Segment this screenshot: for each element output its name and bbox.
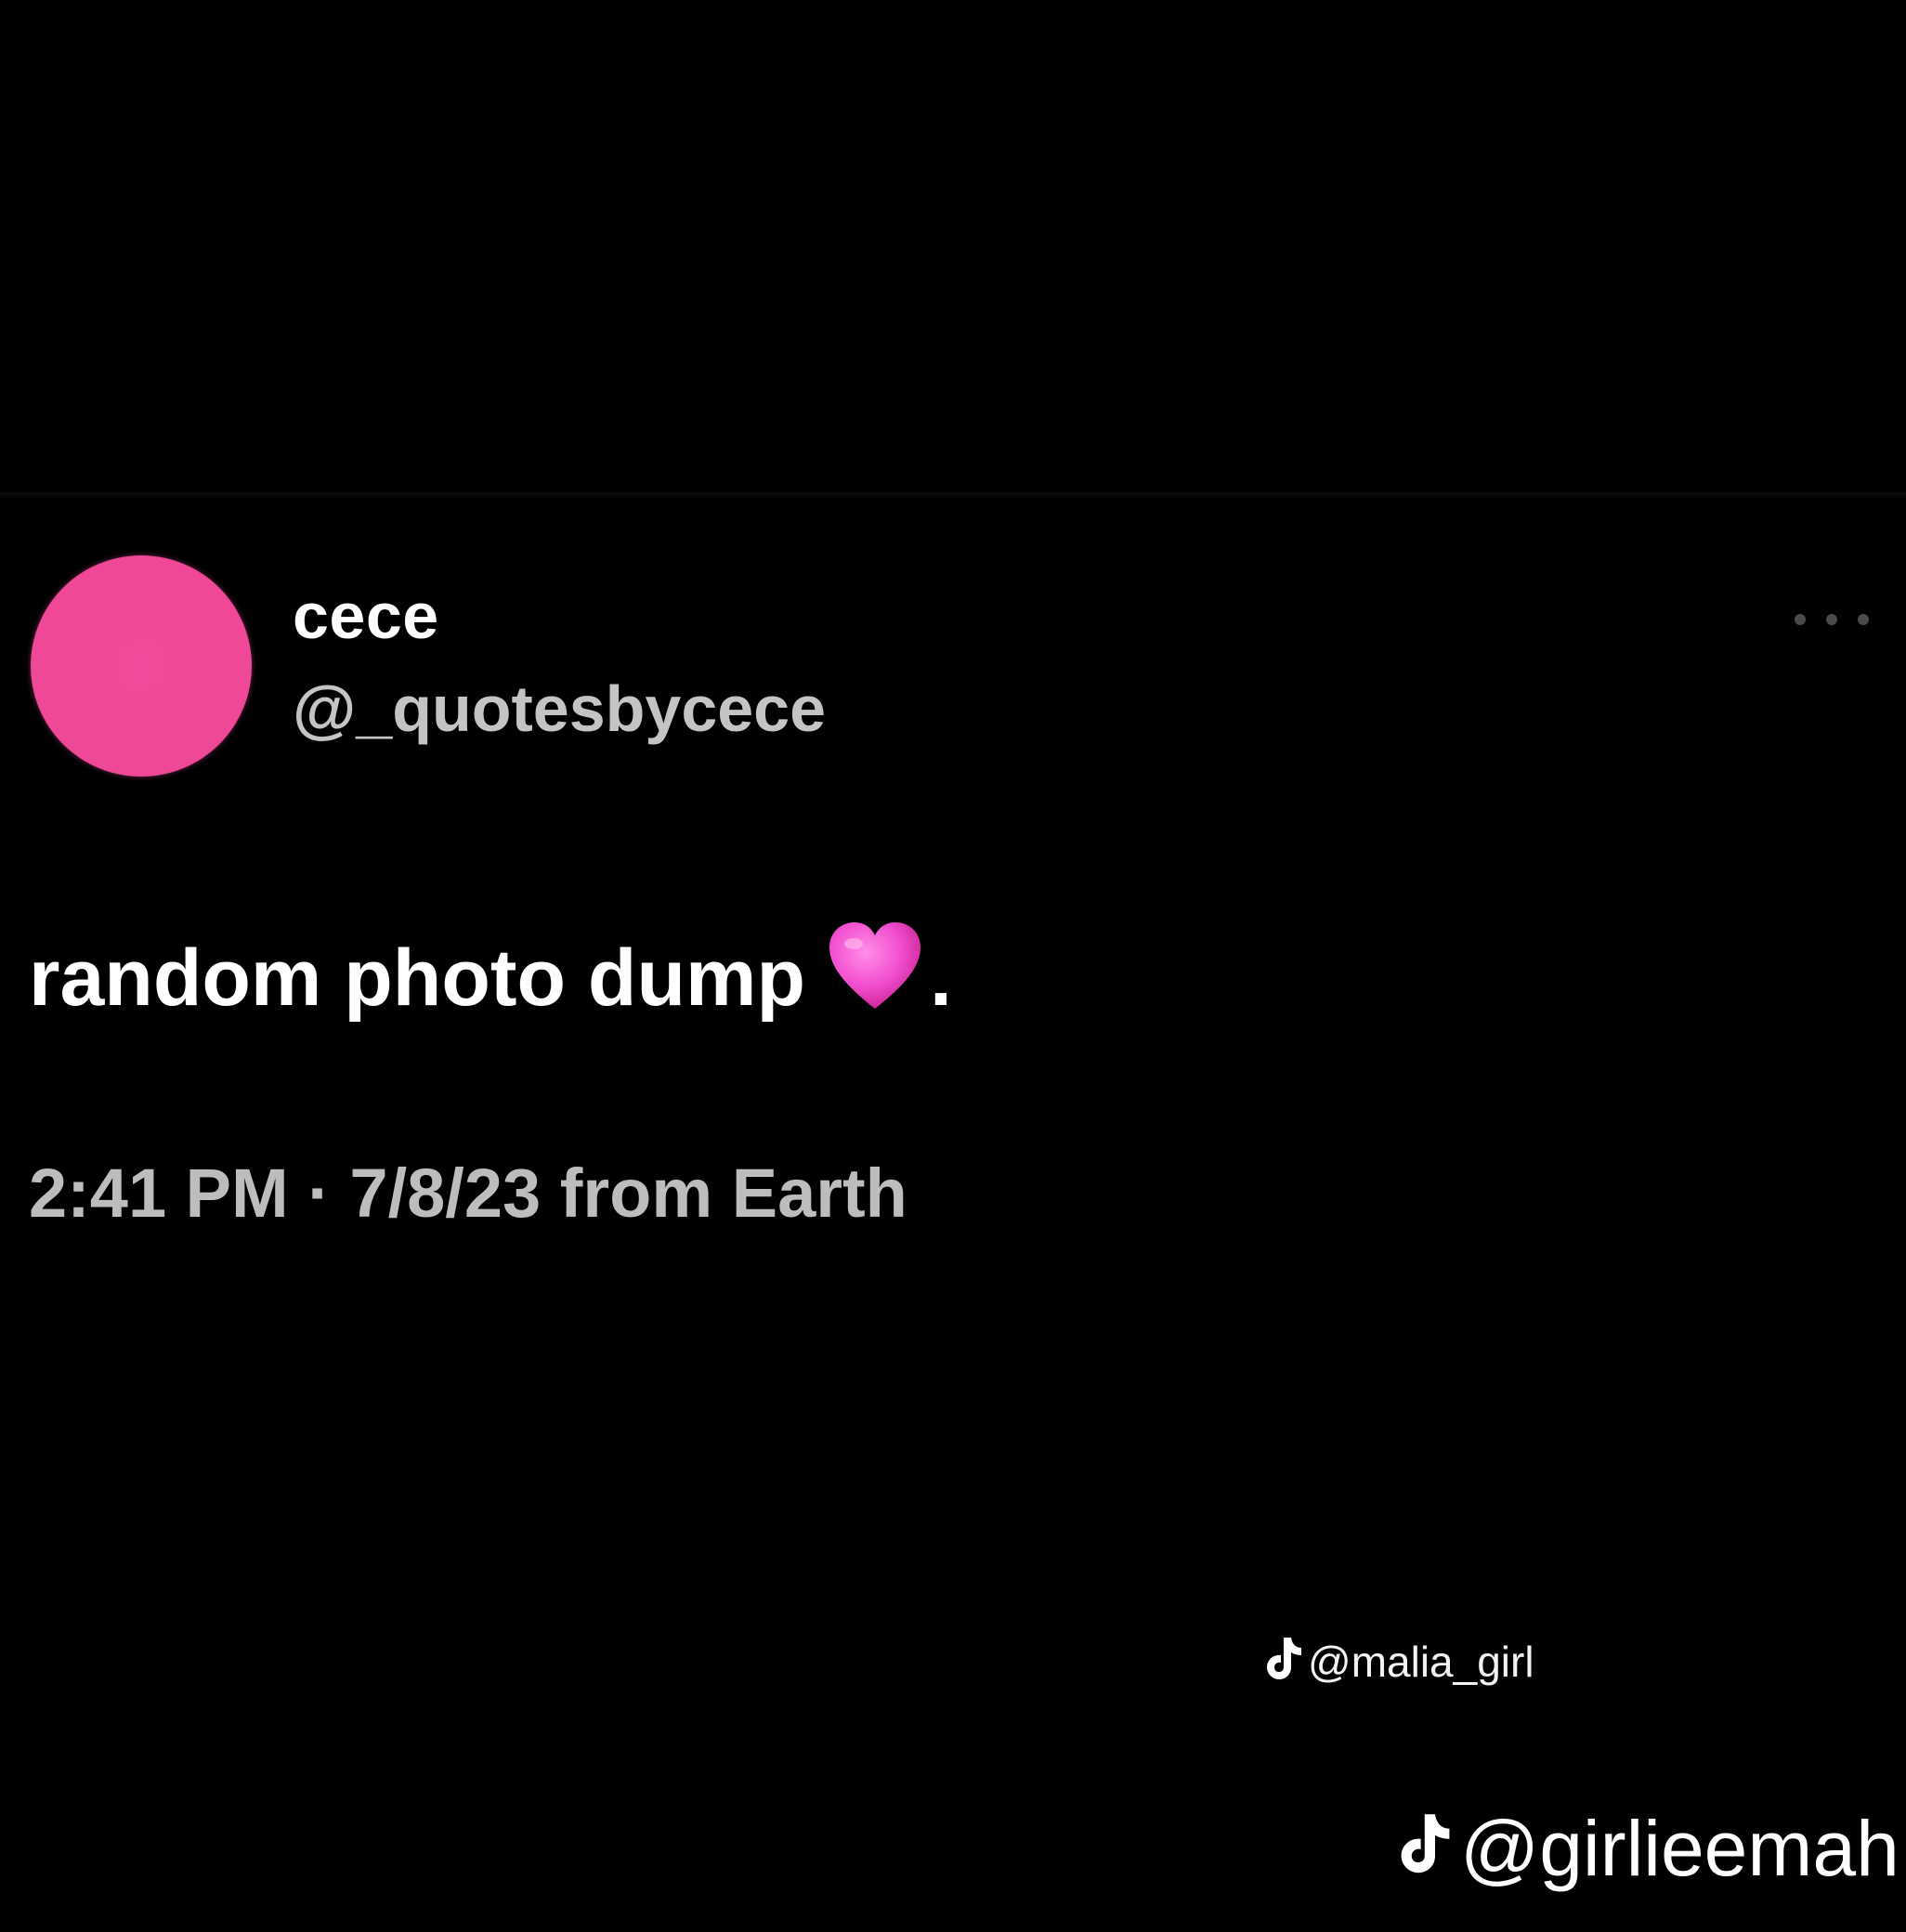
more-dot-icon — [1795, 614, 1806, 625]
post-text: random photo dump . — [29, 920, 952, 1025]
tiktok-icon — [1261, 1635, 1302, 1688]
post-text-body: random photo dump — [29, 933, 805, 1023]
header-divider — [0, 492, 1906, 498]
watermark-small: @malia_girl — [1261, 1635, 1534, 1688]
display-name[interactable]: cece — [293, 583, 439, 648]
watermark-small-handle: @malia_girl — [1308, 1637, 1534, 1686]
pink-heart-icon — [826, 920, 924, 1025]
user-handle[interactable]: @_quotesbycece — [293, 676, 826, 741]
post-timestamp[interactable]: 2:41 PM · 7/8/23 from Earth — [29, 1159, 907, 1228]
watermark-large: @girlieemah — [1393, 1809, 1899, 1887]
more-dot-icon — [1826, 614, 1837, 625]
watermark-large-handle: @girlieemah — [1460, 1805, 1899, 1892]
avatar[interactable] — [31, 555, 252, 777]
tiktok-icon — [1393, 1809, 1451, 1887]
more-dot-icon — [1858, 614, 1869, 625]
more-options-button[interactable] — [1795, 606, 1869, 633]
post-text-suffix: . — [929, 933, 952, 1023]
